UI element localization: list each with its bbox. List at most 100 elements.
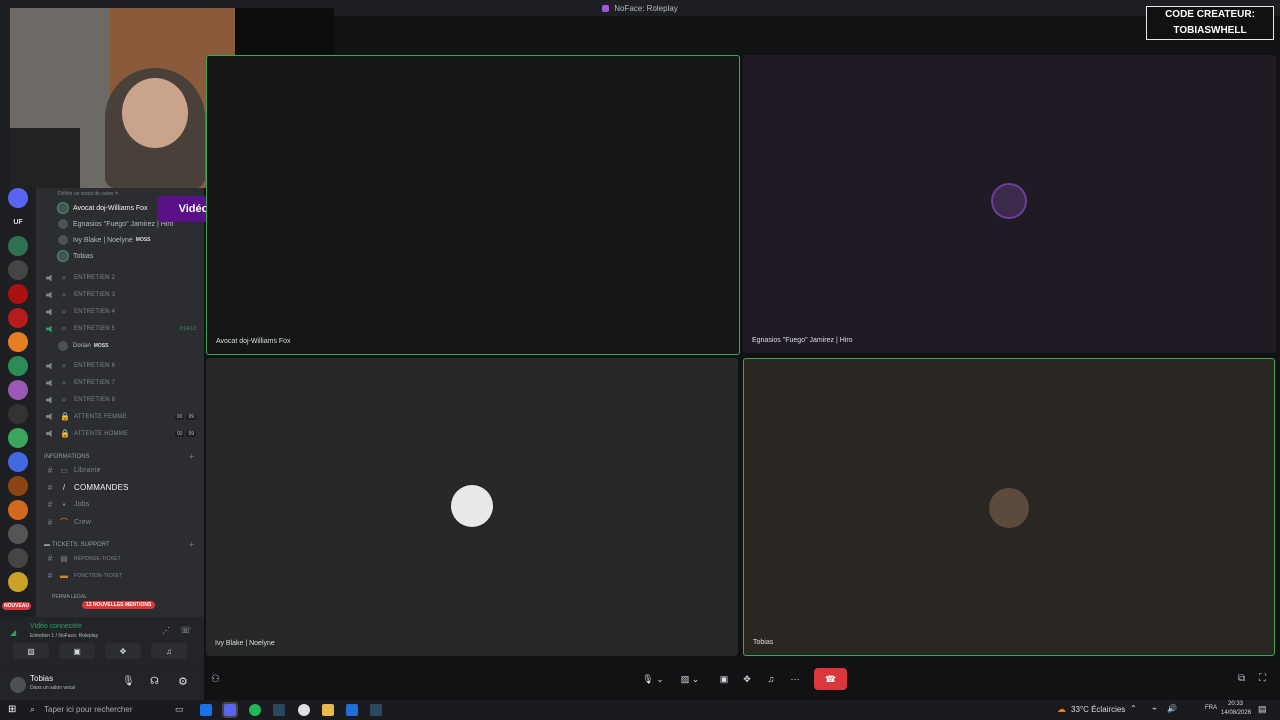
server-icon-12[interactable] <box>8 452 28 472</box>
network-icon[interactable]: ⌁ <box>1152 704 1157 713</box>
channel-status-hint[interactable]: Définir un statut de salon ✎ <box>58 191 119 197</box>
channel-name: ENTRETIEN 4 <box>74 309 116 315</box>
text-channel-jobs[interactable]: # ▪ Jobs <box>46 500 90 509</box>
microphone-icon[interactable]: 🎙 <box>122 676 135 687</box>
server-icon-14[interactable] <box>8 500 28 520</box>
chrome-icon[interactable] <box>298 704 310 716</box>
clock-time[interactable]: 20:33 <box>1228 701 1243 707</box>
video-tile-4[interactable]: Tobias <box>743 358 1275 656</box>
server-icon-13[interactable] <box>8 476 28 496</box>
voice-user-name: Avocat doj-Williams Fox <box>73 204 148 212</box>
keyboard-language[interactable]: FRA <box>1205 705 1217 711</box>
taskbar-search-input[interactable]: Taper ici pour rechercher <box>44 705 132 714</box>
voice-channel-attente-homme[interactable]: 🔒 ATTENTE HOMME 00 99 <box>46 429 196 438</box>
voice-channel-entretien-6[interactable]: ⌕ ENTRETIEN 6 <box>46 361 115 371</box>
slash-icon: / <box>62 483 66 492</box>
add-channel-icon[interactable]: + <box>189 452 194 461</box>
text-channel-crew[interactable]: # ⌒ Crew <box>46 517 91 528</box>
more-options-button[interactable]: ⋯ <box>785 668 805 690</box>
noise-suppression-icon[interactable]: ⋰ <box>162 626 170 635</box>
server-icon-3[interactable] <box>8 236 28 256</box>
add-channel-icon[interactable]: + <box>189 540 194 549</box>
activities-icon: ✥ <box>119 646 127 656</box>
server-icon-5[interactable] <box>8 284 28 304</box>
add-people-icon[interactable]: ⚇ <box>211 674 220 685</box>
microphone-toggle-button[interactable]: 🎙 ⌄ <box>636 668 670 690</box>
task-view-icon[interactable]: ▭ <box>175 704 184 715</box>
server-icon-15[interactable] <box>8 524 28 544</box>
screen-share-button[interactable]: ▣ <box>714 668 734 690</box>
new-mentions-badge[interactable]: 12 NOUVELLES MENTIONS <box>82 601 156 609</box>
voice-channel-entretien-5[interactable]: ⌕ ENTRETIEN 5 2:04:13 <box>46 324 196 334</box>
disconnect-icon[interactable]: ☏ <box>180 625 191 636</box>
voice-user-row[interactable]: Tobias <box>58 251 93 261</box>
settings-gear-icon[interactable]: ⚙ <box>178 675 188 688</box>
popout-icon[interactable]: ⧉ <box>1238 673 1245 684</box>
video-tile-3[interactable]: Ivy Blake | Noelyne <box>206 358 738 656</box>
server-icon-17[interactable] <box>8 572 28 592</box>
voice-user-row[interactable]: Dorian MOSS <box>58 341 108 351</box>
video-toggle-button[interactable]: ▨ <box>13 643 49 659</box>
notifications-icon[interactable]: ▤ <box>1258 704 1267 715</box>
discord-icon[interactable] <box>224 704 236 716</box>
activities-button[interactable]: ✥ <box>105 643 141 659</box>
signal-icon[interactable]: ◢ <box>10 628 16 637</box>
user-status: Dans un salon vocal <box>30 685 76 691</box>
steam-icon[interactable] <box>273 704 285 716</box>
voice-channel-entretien-4[interactable]: ⌕ ENTRETIEN 4 <box>46 307 115 317</box>
text-channel-reponse-ticket[interactable]: # ▤ RÉPONSE-TICKET <box>46 554 121 563</box>
fullscreen-icon[interactable]: ⛶ <box>1259 673 1266 684</box>
server-icon-16[interactable] <box>8 548 28 568</box>
voice-user-row[interactable]: Egnasios "Fuego" Jamirez | Hiro <box>58 219 174 229</box>
activities-button[interactable]: ✥ <box>737 668 757 690</box>
steam-icon-2[interactable] <box>370 704 382 716</box>
server-icon-1[interactable] <box>8 188 28 208</box>
text-channel-fonction-ticket[interactable]: # ▬ FONCTION-TICKET <box>46 571 123 580</box>
server-icon-8[interactable] <box>8 356 28 376</box>
voice-user-row[interactable]: Ivy Blake | Noelyne MOSS <box>58 235 151 245</box>
category-perma-legal[interactable]: PERMA LEGAL <box>52 594 87 600</box>
video-tile-1[interactable]: Avocat doj-Williams Fox <box>206 55 740 355</box>
avatar[interactable] <box>10 677 26 693</box>
voice-channel-entretien-8[interactable]: ⌕ ENTRETIEN 8 <box>46 395 115 405</box>
weather-text[interactable]: 33°C Éclaircies <box>1071 705 1125 714</box>
screen-share-button[interactable]: ▣ <box>59 643 95 659</box>
voice-channel-attente-femme[interactable]: 🔒 ATTENTE FEMME 00 99 <box>46 412 196 421</box>
hash-icon: # <box>47 483 53 492</box>
file-explorer-icon[interactable] <box>322 704 334 716</box>
clock-date[interactable]: 14/08/2026 <box>1221 710 1251 716</box>
activities-icon: ✥ <box>743 673 751 684</box>
voice-channel-entretien-3[interactable]: ⌕ ENTRETIEN 3 <box>46 290 115 300</box>
server-icon-uf[interactable]: UF <box>8 212 28 232</box>
server-icon-9[interactable] <box>8 380 28 400</box>
server-icon-7[interactable] <box>8 332 28 352</box>
text-channel-librairie[interactable]: # ▭ Librairie <box>46 466 101 475</box>
voice-user-row[interactable]: Avocat doj-Williams Fox <box>58 203 148 213</box>
text-channel-commandes[interactable]: # / Commandes <box>46 483 129 492</box>
server-icon-10[interactable] <box>8 404 28 424</box>
spotify-icon[interactable] <box>249 704 261 716</box>
server-icon-6[interactable] <box>8 308 28 328</box>
category-informations[interactable]: INFORMATIONS + <box>44 452 194 461</box>
video-tile-2[interactable]: Egnasios "Fuego" Jamirez | Hiro <box>743 55 1276 353</box>
edge-icon[interactable] <box>200 704 212 716</box>
app-icon-blue[interactable] <box>346 704 358 716</box>
volume-icon[interactable]: 🔊 <box>1167 704 1177 713</box>
category-tickets-support[interactable]: ▬ TICKETS: SUPPORT + <box>44 540 194 549</box>
server-icon-11[interactable] <box>8 428 28 448</box>
camera-toggle-button[interactable]: ▨ ⌄ <box>673 668 707 690</box>
headphones-icon[interactable]: ☊ <box>150 676 159 687</box>
disconnect-call-button[interactable]: ☎ <box>814 668 847 690</box>
voice-channel-entretien-7[interactable]: ⌕ ENTRETIEN 7 <box>46 378 115 388</box>
soundboard-button[interactable]: ♫ <box>761 668 781 690</box>
windows-start-icon[interactable]: ⊞ <box>8 704 16 715</box>
new-servers-badge[interactable]: NOUVEAU <box>2 602 32 610</box>
soundboard-icon: ♫ <box>166 646 172 656</box>
voice-location[interactable]: Entretien 1 / NoFace: Roleplay <box>30 633 98 639</box>
server-icon-4[interactable] <box>8 260 28 280</box>
speaker-icon <box>46 362 52 370</box>
microphone-icon: 🎙 ⌄ <box>642 673 664 684</box>
voice-channel-entretien-2[interactable]: ⌕ ENTRETIEN 2 <box>46 273 115 283</box>
tray-chevron-icon[interactable]: ⌃ <box>1130 704 1137 713</box>
soundboard-button[interactable]: ♫ <box>151 643 187 659</box>
